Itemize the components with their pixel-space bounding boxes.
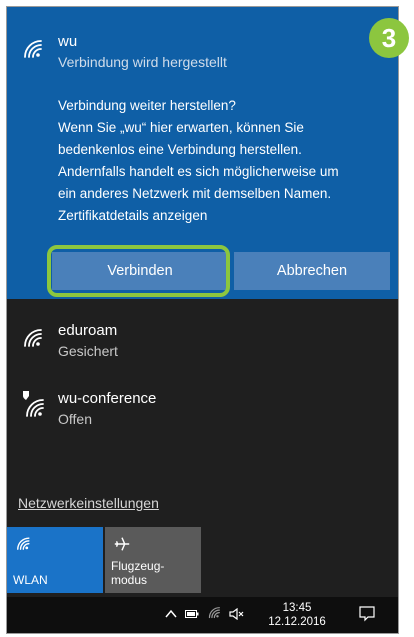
active-network-status: Verbindung wird hergestellt <box>58 54 227 70</box>
network-status: Gesichert <box>58 343 118 359</box>
cancel-button[interactable]: Abbrechen <box>234 252 390 290</box>
highlight-ring <box>47 245 230 297</box>
tile-airplane-mode[interactable]: Flugzeug- modus <box>105 527 201 593</box>
clock-time: 13:45 <box>282 602 312 614</box>
clock[interactable]: 13:45 12.12.2016 <box>262 601 332 629</box>
wifi-icon <box>21 326 47 348</box>
wifi-icon <box>15 535 33 554</box>
network-item-eduroam[interactable]: eduroam Gesichert <box>7 312 398 372</box>
network-name: eduroam <box>58 322 118 339</box>
wifi-icon <box>21 37 47 59</box>
network-flyout: wu Verbindung wird hergestellt Verbindun… <box>6 6 399 634</box>
step-badge: 3 <box>369 18 409 58</box>
airplane-icon <box>113 535 131 556</box>
tile-wlan[interactable]: WLAN <box>7 527 103 593</box>
connection-message: Verbindung weiter herstellen? Wenn Sie „… <box>58 98 339 223</box>
tile-label: WLAN <box>13 573 48 587</box>
clock-date: 12.12.2016 <box>268 616 326 628</box>
network-name: wu-conference <box>58 390 157 407</box>
wifi-shield-icon <box>21 390 49 418</box>
tile-label: Flugzeug- modus <box>111 559 165 587</box>
volume-muted-icon[interactable] <box>229 607 245 622</box>
active-network-name: wu <box>58 33 78 50</box>
notification-icon[interactable] <box>359 606 375 624</box>
screenshot-frame: wu Verbindung wird hergestellt Verbindun… <box>0 0 414 637</box>
network-status: Offen <box>58 411 92 427</box>
chevron-up-icon[interactable] <box>165 608 177 621</box>
network-settings-link[interactable]: Netzwerkeinstellungen <box>18 495 159 511</box>
battery-icon[interactable] <box>185 608 199 621</box>
network-item-wu-conference[interactable]: wu-conference Offen <box>7 380 398 440</box>
taskbar: 13:45 12.12.2016 <box>7 597 398 633</box>
wifi-icon[interactable] <box>207 605 223 621</box>
